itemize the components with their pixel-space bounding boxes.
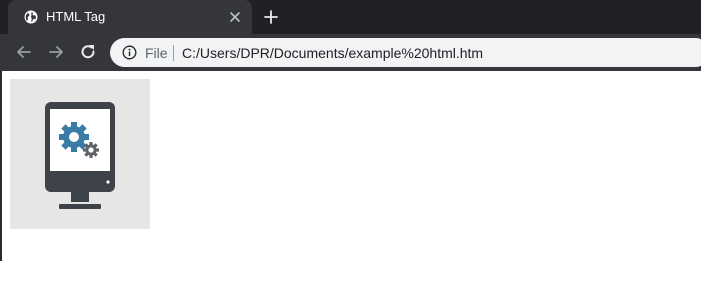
browser-toolbar: File C:/Users/DPR/Documents/example%20ht… — [0, 34, 701, 71]
globe-icon — [24, 10, 38, 24]
url-divider — [173, 45, 174, 61]
info-icon[interactable] — [122, 45, 137, 60]
page-image — [10, 79, 150, 229]
reload-icon[interactable] — [78, 42, 98, 62]
page-content — [0, 71, 701, 300]
scheme-label: File — [145, 45, 168, 61]
tab-title: HTML Tag — [46, 9, 106, 24]
browser-window: HTML Tag File C:/Users/DPR/Documents/exa… — [0, 0, 701, 300]
arrow-right-icon[interactable] — [46, 42, 66, 62]
window-edge — [0, 71, 2, 261]
address-bar[interactable]: File C:/Users/DPR/Documents/example%20ht… — [110, 38, 701, 67]
tab-html-tag[interactable]: HTML Tag — [8, 0, 252, 34]
arrow-left-icon[interactable] — [14, 42, 34, 62]
computer-settings-icon — [45, 102, 115, 209]
plus-icon[interactable] — [263, 9, 279, 25]
url-text[interactable]: C:/Users/DPR/Documents/example%20html.ht… — [182, 45, 483, 61]
tab-strip: HTML Tag — [0, 0, 701, 34]
close-icon[interactable] — [228, 10, 242, 24]
